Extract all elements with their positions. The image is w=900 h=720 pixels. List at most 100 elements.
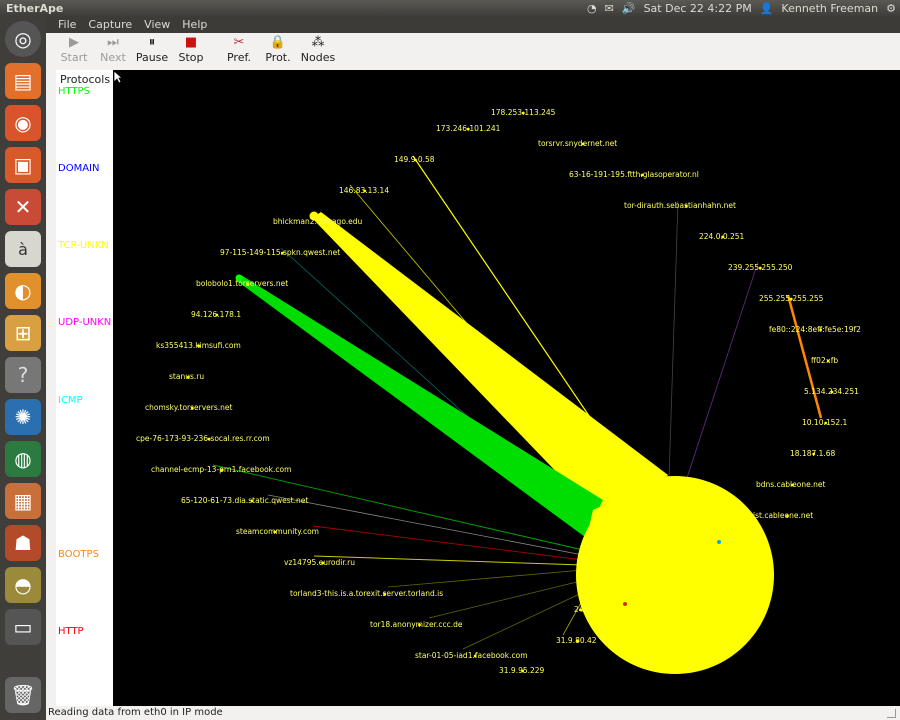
node-label[interactable]: stanus.ru bbox=[169, 372, 204, 381]
protocol-udp-unkn[interactable]: UDP-UNKN bbox=[58, 317, 111, 328]
node-dot[interactable] bbox=[521, 669, 525, 673]
network-diagram[interactable]: 178.253.113.245173.246.101.241torsrvr.sn… bbox=[113, 70, 900, 706]
gnome-icon[interactable]: ☗ bbox=[5, 525, 41, 561]
node-dot[interactable] bbox=[812, 452, 816, 456]
node-label[interactable]: ff02::fb bbox=[811, 356, 838, 365]
menu-view[interactable]: View bbox=[144, 17, 170, 33]
protocols-button[interactable]: 🔒 Prot. bbox=[256, 35, 300, 64]
node-dot[interactable] bbox=[363, 189, 367, 193]
node-dot[interactable] bbox=[824, 421, 828, 425]
protocol-domain[interactable]: DOMAIN bbox=[58, 163, 99, 174]
nodes-button[interactable]: ⁂ Nodes bbox=[296, 35, 340, 64]
host-node[interactable] bbox=[576, 476, 774, 674]
workspace-icon[interactable]: ▭ bbox=[5, 609, 41, 645]
node-dot[interactable] bbox=[215, 313, 219, 317]
node-label[interactable]: star-01-05-iad1.facebook.com bbox=[415, 651, 528, 660]
node-label[interactable]: tor-dirauth.sebastianhahn.net bbox=[624, 201, 736, 210]
node-dot[interactable] bbox=[579, 608, 582, 612]
firefox-icon[interactable]: ◉ bbox=[5, 105, 41, 141]
node-label[interactable]: bolobolo1.torservers.net bbox=[196, 279, 288, 288]
node-label[interactable]: 63-16-191-195.ftth.glasoperator.nl bbox=[569, 170, 699, 179]
pause-button[interactable]: ⏸ Pause bbox=[130, 35, 174, 64]
protocol-https[interactable]: HTTPS bbox=[58, 86, 90, 97]
files-icon[interactable]: ▤ bbox=[5, 63, 41, 99]
next-button[interactable]: ⏭ Next bbox=[91, 35, 135, 64]
network-icon[interactable]: ◔ bbox=[587, 2, 597, 15]
node-dot[interactable] bbox=[418, 623, 421, 627]
resize-grip[interactable] bbox=[887, 709, 896, 718]
etherape-icon[interactable]: ✺ bbox=[5, 399, 41, 435]
node-label[interactable]: steamcommunity.com bbox=[236, 527, 319, 536]
node-dot[interactable] bbox=[280, 251, 284, 255]
node-dot[interactable] bbox=[316, 220, 320, 224]
protocol-mdns[interactable]: MDNS bbox=[58, 472, 88, 483]
node-label[interactable]: vz14795.eurodir.ru bbox=[284, 558, 355, 567]
node-dot[interactable] bbox=[576, 639, 579, 643]
node-dot[interactable] bbox=[791, 483, 794, 487]
map-icon[interactable]: ▦ bbox=[5, 483, 41, 519]
node-dot[interactable] bbox=[826, 359, 830, 363]
protocol-http[interactable]: HTTP bbox=[58, 626, 84, 637]
menu-file[interactable]: File bbox=[58, 17, 76, 33]
sound-icon[interactable]: 🔊 bbox=[622, 2, 636, 15]
trash-icon[interactable]: 🗑 bbox=[5, 677, 41, 713]
stop-button[interactable]: ■ Stop bbox=[169, 35, 213, 64]
node-dot[interactable] bbox=[473, 654, 477, 658]
node-dot[interactable] bbox=[789, 297, 793, 301]
character-map-icon[interactable]: à bbox=[5, 231, 41, 267]
node-dot[interactable] bbox=[190, 406, 194, 410]
node-dot[interactable] bbox=[684, 204, 688, 208]
node-label[interactable]: bdns.cableone.net bbox=[756, 480, 825, 489]
node-label[interactable]: 65-120-61-73.dia.static.qwest.net bbox=[181, 496, 308, 505]
dash-icon[interactable]: ◎ bbox=[5, 21, 41, 57]
settings-icon[interactable]: ✕ bbox=[5, 189, 41, 225]
node-dot[interactable] bbox=[186, 375, 190, 379]
node-dot[interactable] bbox=[220, 468, 224, 472]
node-label[interactable]: chomsky.torservers.net bbox=[145, 403, 233, 412]
user-icon[interactable]: 👤 bbox=[760, 2, 774, 15]
node-dot[interactable] bbox=[521, 111, 525, 115]
node-label[interactable]: cpe-76-173-93-236.socal.res.rr.com bbox=[136, 434, 270, 443]
menu-capture[interactable]: Capture bbox=[88, 17, 132, 33]
node-dot[interactable] bbox=[758, 266, 762, 270]
node-dot[interactable] bbox=[273, 530, 277, 534]
node-dot[interactable] bbox=[466, 127, 470, 131]
protocol-bootps[interactable]: BOOTPS bbox=[58, 549, 99, 560]
node-label[interactable]: torland3-this.is.a.torexit.server.torlan… bbox=[290, 589, 443, 598]
help-icon[interactable]: ? bbox=[5, 357, 41, 393]
node-dot[interactable] bbox=[786, 514, 789, 518]
protocol-tcp-unkn[interactable]: TCP-UNKN bbox=[58, 240, 109, 251]
globe-icon[interactable]: ◍ bbox=[5, 441, 41, 477]
node-label[interactable]: fe80::224:8eff:fe5e:19f2 bbox=[769, 325, 861, 334]
node-dot[interactable] bbox=[414, 158, 417, 162]
start-button[interactable]: ▶ Start bbox=[52, 35, 96, 64]
menu-help[interactable]: Help bbox=[182, 17, 207, 33]
node-label[interactable]: torsrvr.snydernet.net bbox=[538, 139, 617, 148]
node-label[interactable]: tor18.anonymizer.ccc.de bbox=[370, 620, 463, 629]
node-dot[interactable] bbox=[321, 561, 325, 565]
protocol-icmp[interactable]: ICMP bbox=[58, 395, 83, 406]
diagram-canvas[interactable]: 178.253.113.245173.246.101.241torsrvr.sn… bbox=[113, 70, 900, 706]
launcher: ◎ ▤ ◉ ▣ ✕ à ◐ ⊞ ? ✺ ◍ ▦ ☗ ◓ ▭ 🗑 bbox=[0, 17, 46, 720]
node-dot[interactable] bbox=[383, 592, 386, 596]
node-dot[interactable] bbox=[581, 142, 585, 146]
node-label[interactable]: ist.cableone.net bbox=[753, 511, 813, 520]
node-dot[interactable] bbox=[640, 173, 644, 177]
user-name[interactable]: Kenneth Freeman bbox=[781, 2, 878, 15]
node-dot[interactable] bbox=[721, 235, 725, 239]
gear-icon[interactable]: ⚙ bbox=[886, 2, 896, 15]
node-dot[interactable] bbox=[819, 328, 822, 332]
clock[interactable]: Sat Dec 22 4:22 PM bbox=[644, 2, 752, 15]
node-dot[interactable] bbox=[197, 344, 201, 348]
preferences-button[interactable]: ✂ Pref. bbox=[217, 35, 261, 64]
tor-icon[interactable]: ◓ bbox=[5, 567, 41, 603]
node-dot[interactable] bbox=[250, 499, 254, 503]
disk-icon[interactable]: ◐ bbox=[5, 273, 41, 309]
software-center-icon[interactable]: ▣ bbox=[5, 147, 41, 183]
node-dot[interactable] bbox=[830, 390, 834, 394]
node-dot[interactable] bbox=[246, 282, 250, 286]
node-label[interactable]: 97-115-149-115.spkn.qwest.net bbox=[220, 248, 340, 257]
hierarchy-icon[interactable]: ⊞ bbox=[5, 315, 41, 351]
mail-icon[interactable]: ✉ bbox=[605, 2, 614, 15]
node-dot[interactable] bbox=[207, 437, 211, 441]
